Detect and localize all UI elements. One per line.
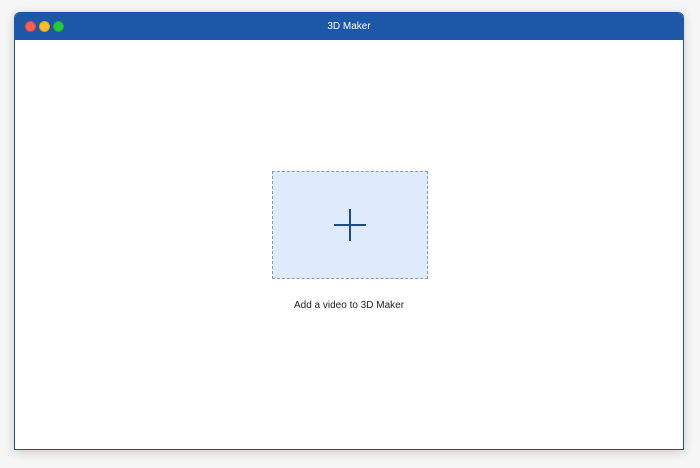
title-bar[interactable]: 3D Maker: [15, 13, 683, 40]
add-video-hint: Add a video to 3D Maker: [293, 300, 405, 311]
window-title: 3D Maker: [327, 21, 371, 32]
add-video-dropzone[interactable]: [272, 171, 428, 279]
app-window: 3D Maker Add a video to 3D Maker: [14, 12, 684, 450]
main-content: Add a video to 3D Maker: [15, 40, 683, 449]
plus-icon: [334, 209, 366, 241]
